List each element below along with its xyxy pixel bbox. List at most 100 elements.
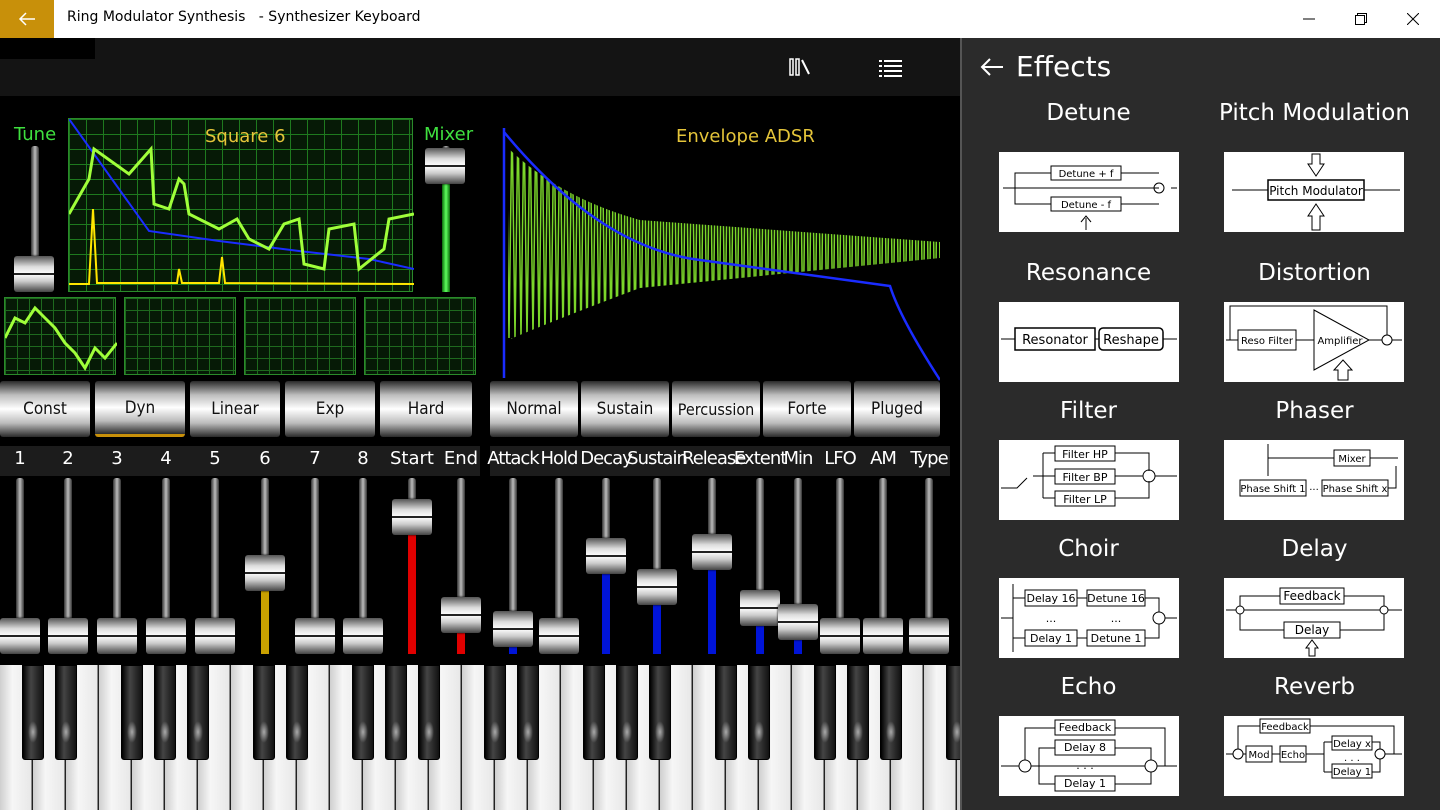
style-button-normal[interactable]: Normal	[490, 381, 578, 437]
effect-title-distortion: Distortion	[1258, 260, 1371, 286]
svg-text:Mixer: Mixer	[1338, 454, 1366, 465]
svg-text:Pitch Modulator: Pitch Modulator	[1269, 184, 1363, 198]
effect-title-echo: Echo	[1060, 674, 1117, 700]
effect-card-phaser[interactable]: Mixer Phase Shift 1 Phase Shift x ...	[1224, 440, 1404, 520]
harmonic-slider-5-thumb[interactable]	[195, 618, 235, 654]
envelope-slider-release-thumb[interactable]	[692, 534, 732, 570]
effect-card-pitch-modulation[interactable]: Pitch Modulator	[1224, 152, 1404, 232]
envelope-slider-sustain-thumb[interactable]	[637, 569, 677, 605]
svg-text:Resonator: Resonator	[1022, 333, 1088, 348]
style-button-pluged[interactable]: Pluged	[854, 381, 940, 437]
svg-text:Reso Filter: Reso Filter	[1241, 336, 1294, 347]
list-button[interactable]	[878, 56, 904, 78]
black-key[interactable]	[187, 665, 209, 760]
black-key[interactable]	[154, 665, 176, 760]
envelope-slider-lfo-thumb[interactable]	[820, 618, 860, 654]
window-title: Ring Modulator Synthesis - Synthesizer K…	[67, 9, 421, 25]
style-button-sustain[interactable]: Sustain	[581, 381, 669, 437]
black-key[interactable]	[715, 665, 737, 760]
harmonic-slider-4-thumb[interactable]	[146, 618, 186, 654]
mixer-slider-thumb[interactable]	[425, 148, 465, 184]
back-button[interactable]	[0, 0, 54, 38]
black-key[interactable]	[583, 665, 605, 760]
minimize-button[interactable]	[1282, 0, 1336, 38]
envelope-slider-decay-thumb[interactable]	[586, 538, 626, 575]
mode-button-linear[interactable]: Linear	[190, 381, 280, 437]
mode-button-dyn[interactable]: Dyn	[95, 381, 185, 437]
harmonic-label-1: 1	[14, 448, 26, 469]
effect-card-filter[interactable]: Filter HP Filter BP Filter LP	[999, 440, 1179, 520]
close-button[interactable]	[1386, 0, 1440, 38]
effect-title-resonance: Resonance	[1025, 260, 1152, 286]
black-key[interactable]	[352, 665, 374, 760]
harmonic-label-8: 8	[357, 448, 369, 469]
svg-text:Delay x: Delay x	[1333, 739, 1371, 750]
list-icon	[879, 60, 902, 77]
harmonic-slider-3-thumb[interactable]	[97, 618, 137, 654]
black-key[interactable]	[385, 665, 407, 760]
black-key[interactable]	[649, 665, 671, 760]
harmonic-slider-9-thumb[interactable]	[392, 499, 432, 535]
black-key[interactable]	[253, 665, 275, 760]
tune-label: Tune	[14, 124, 57, 145]
envelope-label: Envelope ADSR	[676, 126, 815, 147]
black-key[interactable]	[121, 665, 143, 760]
effect-card-echo[interactable]: Feedback Delay 8 . . . Delay 1	[999, 716, 1179, 796]
mini-scope-1-plot	[5, 305, 117, 371]
black-key[interactable]	[418, 665, 440, 760]
effect-card-reverb[interactable]: Feedback Mod Echo Delay x . . . Delay 1	[1224, 716, 1404, 796]
envelope-slider-extent-thumb[interactable]	[740, 590, 780, 626]
envelope-slider-min-thumb[interactable]	[778, 604, 818, 640]
effect-card-choir[interactable]: Delay 16 Detune 16 ... ... Delay 1 Detun…	[999, 578, 1179, 658]
harmonic-slider-7-thumb[interactable]	[295, 618, 335, 654]
harmonic-label-10: End	[443, 448, 479, 469]
effects-back-icon[interactable]	[980, 57, 1004, 77]
black-key[interactable]	[847, 665, 869, 760]
toolbar	[0, 38, 960, 96]
style-button-forte[interactable]: Forte	[763, 381, 851, 437]
minimize-icon	[1303, 18, 1315, 20]
tune-slider-thumb[interactable]	[14, 256, 54, 292]
black-key[interactable]	[748, 665, 770, 760]
distortion-diagram-icon: Reso Filter Amplifier	[1226, 305, 1402, 381]
back-arrow-icon	[18, 12, 35, 26]
resonance-diagram-icon: Resonator Reshape	[1001, 327, 1177, 351]
harmonic-slider-9-fill	[408, 517, 416, 654]
effect-card-delay[interactable]: Feedback Delay	[1224, 578, 1404, 658]
envelope-slider-am-thumb[interactable]	[863, 618, 903, 654]
black-key[interactable]	[814, 665, 836, 760]
reverb-diagram-icon: Feedback Mod Echo Delay x . . . Delay 1	[1226, 718, 1402, 779]
black-key[interactable]	[286, 665, 308, 760]
black-key[interactable]	[880, 665, 902, 760]
waveform-label: Square 6	[205, 126, 286, 147]
restore-button[interactable]	[1334, 0, 1388, 38]
effect-card-resonance[interactable]: Resonator Reshape	[999, 302, 1179, 382]
title-bar: Ring Modulator Synthesis - Synthesizer K…	[0, 0, 1440, 38]
filter-diagram-icon: Filter HP Filter BP Filter LP	[1001, 445, 1177, 507]
harmonic-slider-2-thumb[interactable]	[48, 618, 88, 654]
svg-text:Feedback: Feedback	[1059, 721, 1112, 734]
effect-title-detune: Detune	[1046, 100, 1131, 126]
harmonic-slider-6-thumb[interactable]	[245, 555, 285, 591]
black-key[interactable]	[22, 665, 44, 760]
mode-button-hard[interactable]: Hard	[380, 381, 472, 437]
black-key[interactable]	[55, 665, 77, 760]
mode-button-const[interactable]: Const	[0, 381, 90, 437]
envelope-slider-attack-thumb[interactable]	[493, 611, 533, 647]
harmonic-slider-1-thumb[interactable]	[0, 618, 40, 654]
envelope-slider-type-thumb[interactable]	[909, 618, 949, 654]
style-button-percussion[interactable]: Percussion	[672, 381, 760, 437]
harmonic-slider-8-thumb[interactable]	[343, 618, 383, 654]
envelope-slider-hold-thumb[interactable]	[539, 618, 579, 654]
effect-card-distortion[interactable]: Reso Filter Amplifier	[1224, 302, 1404, 382]
mode-button-exp[interactable]: Exp	[285, 381, 375, 437]
svg-text:Detune 1: Detune 1	[1091, 632, 1142, 645]
harmonic-label-3: 3	[111, 448, 123, 469]
svg-text:Filter BP: Filter BP	[1063, 471, 1108, 484]
black-key[interactable]	[517, 665, 539, 760]
effect-card-detune[interactable]: Detune + f Detune - f	[999, 152, 1179, 232]
black-key[interactable]	[484, 665, 506, 760]
library-button[interactable]	[789, 56, 815, 78]
black-key[interactable]	[616, 665, 638, 760]
harmonic-slider-10-thumb[interactable]	[441, 597, 481, 633]
